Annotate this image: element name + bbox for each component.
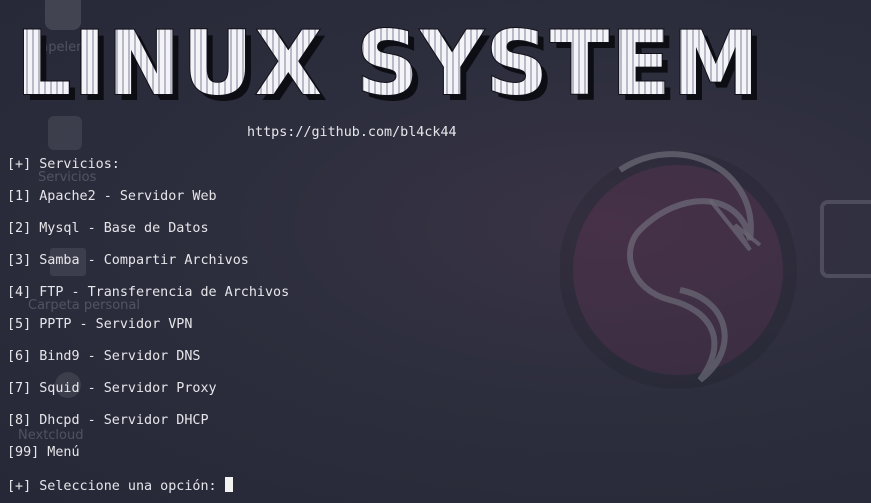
menu-item-ftp: [4] FTP - Transferencia de Archivos xyxy=(7,285,290,300)
ascii-banner: LINUX SYSTEM LINUX SYSTEM xyxy=(15,11,765,104)
menu-item-dhcpd: [8] Dhcpd - Servidor DHCP xyxy=(7,413,209,428)
menu-item-squid: [7] Squid - Servidor Proxy xyxy=(7,381,217,396)
menu-item-mysql: [2] Mysql - Base de Datos xyxy=(7,221,209,236)
menu-item-samba: [3] Samba - Compartir Archivos xyxy=(7,253,249,268)
services-header: [+] Servicios: xyxy=(7,157,120,172)
menu-item-bind9: [6] Bind9 - Servidor DNS xyxy=(7,349,201,364)
prompt-text: [+] Seleccione una opción: xyxy=(7,479,217,494)
banner-title: LINUX SYSTEM xyxy=(16,12,761,104)
menu-item-menu: [99] Menú xyxy=(7,445,80,460)
terminal-window[interactable]: LINUX SYSTEM LINUX SYSTEM https://github… xyxy=(0,0,871,503)
menu-item-apache2: [1] Apache2 - Servidor Web xyxy=(7,189,217,204)
terminal-cursor[interactable] xyxy=(224,477,233,492)
prompt-line[interactable]: [+] Seleccione una opción: xyxy=(7,477,233,495)
github-url: https://github.com/bl4ck44 xyxy=(247,125,457,140)
menu-item-pptp: [5] PPTP - Servidor VPN xyxy=(7,317,193,332)
